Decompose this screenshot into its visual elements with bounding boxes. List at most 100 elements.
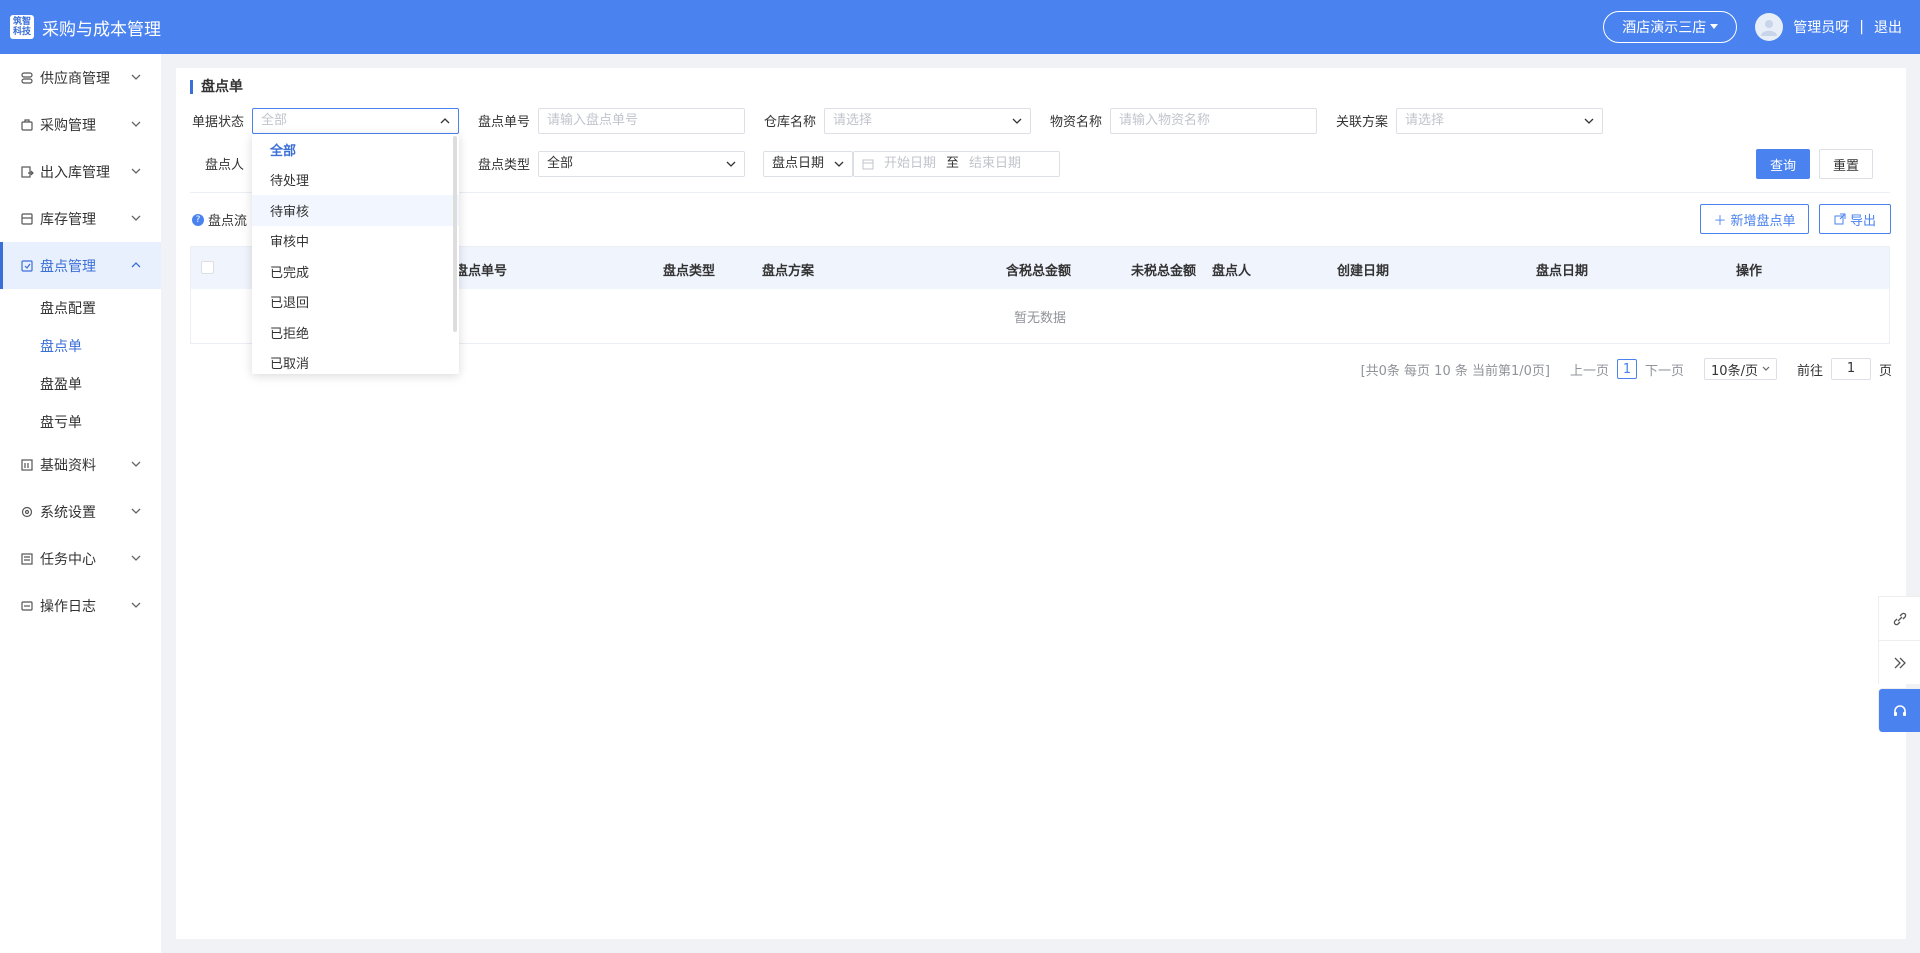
- sidebar-subitem-surplus[interactable]: 盘盈单: [0, 365, 161, 403]
- header-right: 酒店演示三店 管理员呀 | 退出: [1603, 0, 1902, 54]
- sidebar-item-inventory-check[interactable]: 盘点管理: [0, 242, 161, 289]
- material-label: 物资名称: [1050, 115, 1103, 130]
- gear-icon: [20, 505, 34, 519]
- chevron-down-icon: [131, 461, 141, 467]
- dropdown-option[interactable]: 已拒绝: [252, 317, 459, 348]
- status-select[interactable]: 全部: [252, 108, 459, 134]
- logout-link[interactable]: 退出: [1874, 17, 1902, 37]
- dropdown-option[interactable]: 已取消: [252, 348, 459, 375]
- material-input[interactable]: 请输入物资名称: [1110, 108, 1317, 134]
- chevron-down-icon: [1762, 366, 1770, 371]
- select-all-checkbox[interactable]: [201, 261, 214, 274]
- collapse-button[interactable]: [1878, 640, 1920, 684]
- logo-text-1: 筑智: [12, 17, 31, 27]
- dropdown-option[interactable]: 审核中: [252, 226, 459, 257]
- export-icon: [1834, 213, 1846, 225]
- sidebar-item-label: 出入库管理: [40, 164, 110, 181]
- current-page[interactable]: 1: [1617, 359, 1638, 379]
- avatar[interactable]: [1755, 13, 1784, 41]
- sidebar-subitem-loss[interactable]: 盘亏单: [0, 403, 161, 441]
- sidebar-item-supplier[interactable]: 供应商管理: [0, 54, 161, 101]
- sidebar-item-basic-data[interactable]: 基础资料: [0, 441, 161, 488]
- plan-label: 关联方案: [1336, 115, 1389, 130]
- page-unit-label: 页: [1878, 363, 1892, 379]
- inventory-check-icon: [20, 259, 34, 273]
- prev-page-button[interactable]: 上一页: [1570, 360, 1609, 379]
- chevron-down-icon: [131, 168, 141, 174]
- sidebar-item-settings[interactable]: 系统设置: [0, 488, 161, 535]
- column-header: 含税总金额: [1006, 264, 1072, 279]
- sidebar-item-label: 系统设置: [40, 504, 96, 521]
- sidebar-item-task-center[interactable]: 任务中心: [0, 535, 161, 582]
- dropdown-scrollbar[interactable]: [453, 136, 457, 332]
- warehouse-label: 仓库名称: [764, 115, 817, 130]
- customer-service-button[interactable]: [1878, 688, 1920, 732]
- sidebar-item-label: 任务中心: [40, 551, 96, 568]
- chevron-down-icon: [131, 602, 141, 608]
- user-icon: [1761, 20, 1778, 36]
- chevron-down-icon: [131, 121, 141, 127]
- next-page-button[interactable]: 下一页: [1645, 360, 1684, 379]
- chevron-up-icon: [440, 118, 450, 124]
- sidebar-item-label: 供应商管理: [40, 70, 110, 87]
- start-date-placeholder: 开始日期: [884, 156, 937, 171]
- sidebar-item-label: 库存管理: [40, 211, 96, 228]
- sidebar-item-purchase[interactable]: 采购管理: [0, 101, 161, 148]
- goto-page-input[interactable]: 1: [1830, 358, 1871, 380]
- date-type-select[interactable]: 盘点日期: [763, 151, 853, 177]
- plan-select[interactable]: 请选择: [1396, 108, 1603, 134]
- supplier-icon: [20, 71, 34, 85]
- info-line: ? 盘点流: [192, 210, 247, 229]
- plan-placeholder: 请选择: [1405, 113, 1445, 128]
- plus-icon: ＋: [1713, 213, 1727, 229]
- warehouse-select[interactable]: 请选择: [824, 108, 1031, 134]
- dropdown-option[interactable]: 已退回: [252, 287, 459, 318]
- double-chevron-right-icon: [1894, 657, 1906, 668]
- store-name: 酒店演示三店: [1622, 20, 1707, 36]
- dropdown-option[interactable]: 待处理: [252, 165, 459, 196]
- chevron-down-icon: [131, 508, 141, 514]
- headset-icon: [1893, 704, 1906, 716]
- log-icon: [20, 599, 34, 613]
- export-button-label: 导出: [1849, 213, 1876, 229]
- sidebar-subitem-check-order[interactable]: 盘点单: [0, 327, 161, 365]
- box-icon: [20, 212, 34, 226]
- book-icon: [20, 458, 34, 472]
- sidebar-item-operation-log[interactable]: 操作日志: [0, 582, 161, 629]
- reset-button[interactable]: 重置: [1819, 149, 1873, 179]
- sidebar-item-label: 采购管理: [40, 117, 96, 134]
- dropdown-option[interactable]: 已完成: [252, 256, 459, 287]
- query-button[interactable]: 查询: [1756, 149, 1810, 179]
- status-select-value: 全部: [261, 113, 288, 128]
- link-button[interactable]: [1878, 596, 1920, 640]
- chevron-down-icon: [131, 215, 141, 221]
- add-check-order-button[interactable]: ＋ 新增盘点单: [1700, 204, 1809, 234]
- user-name[interactable]: 管理员呀: [1793, 17, 1849, 37]
- person-label: 盘点人: [205, 158, 245, 173]
- date-range-picker[interactable]: 开始日期 至 结束日期: [853, 151, 1060, 177]
- store-selector[interactable]: 酒店演示三店: [1603, 11, 1738, 43]
- header-separator: |: [1859, 19, 1864, 35]
- inout-icon: [20, 165, 34, 179]
- end-date-placeholder: 结束日期: [969, 156, 1022, 171]
- sidebar-subitem-config[interactable]: 盘点配置: [0, 289, 161, 327]
- logo-text-2: 科技: [12, 27, 31, 37]
- sidebar-item-label: 盘点管理: [40, 258, 96, 275]
- page-size-select[interactable]: 10条/页: [1704, 358, 1777, 380]
- dropdown-option[interactable]: 待审核: [252, 195, 459, 226]
- column-header: 盘点日期: [1536, 264, 1589, 279]
- order-no-input[interactable]: 请输入盘点单号: [538, 108, 745, 134]
- export-button[interactable]: 导出: [1819, 204, 1891, 234]
- chevron-up-icon: [131, 262, 141, 268]
- dropdown-option[interactable]: 全部: [252, 134, 459, 165]
- page-title: 盘点单: [190, 80, 243, 94]
- sidebar-item-stock[interactable]: 库存管理: [0, 195, 161, 242]
- sidebar-item-inout[interactable]: 出入库管理: [0, 148, 161, 195]
- type-select[interactable]: 全部: [538, 151, 745, 177]
- chevron-down-icon: [131, 74, 141, 80]
- warehouse-placeholder: 请选择: [833, 113, 873, 128]
- float-tools: [1878, 596, 1920, 732]
- app-logo: 筑智 科技: [10, 15, 34, 39]
- calendar-icon: [862, 159, 874, 170]
- column-header: 盘点人: [1212, 264, 1252, 279]
